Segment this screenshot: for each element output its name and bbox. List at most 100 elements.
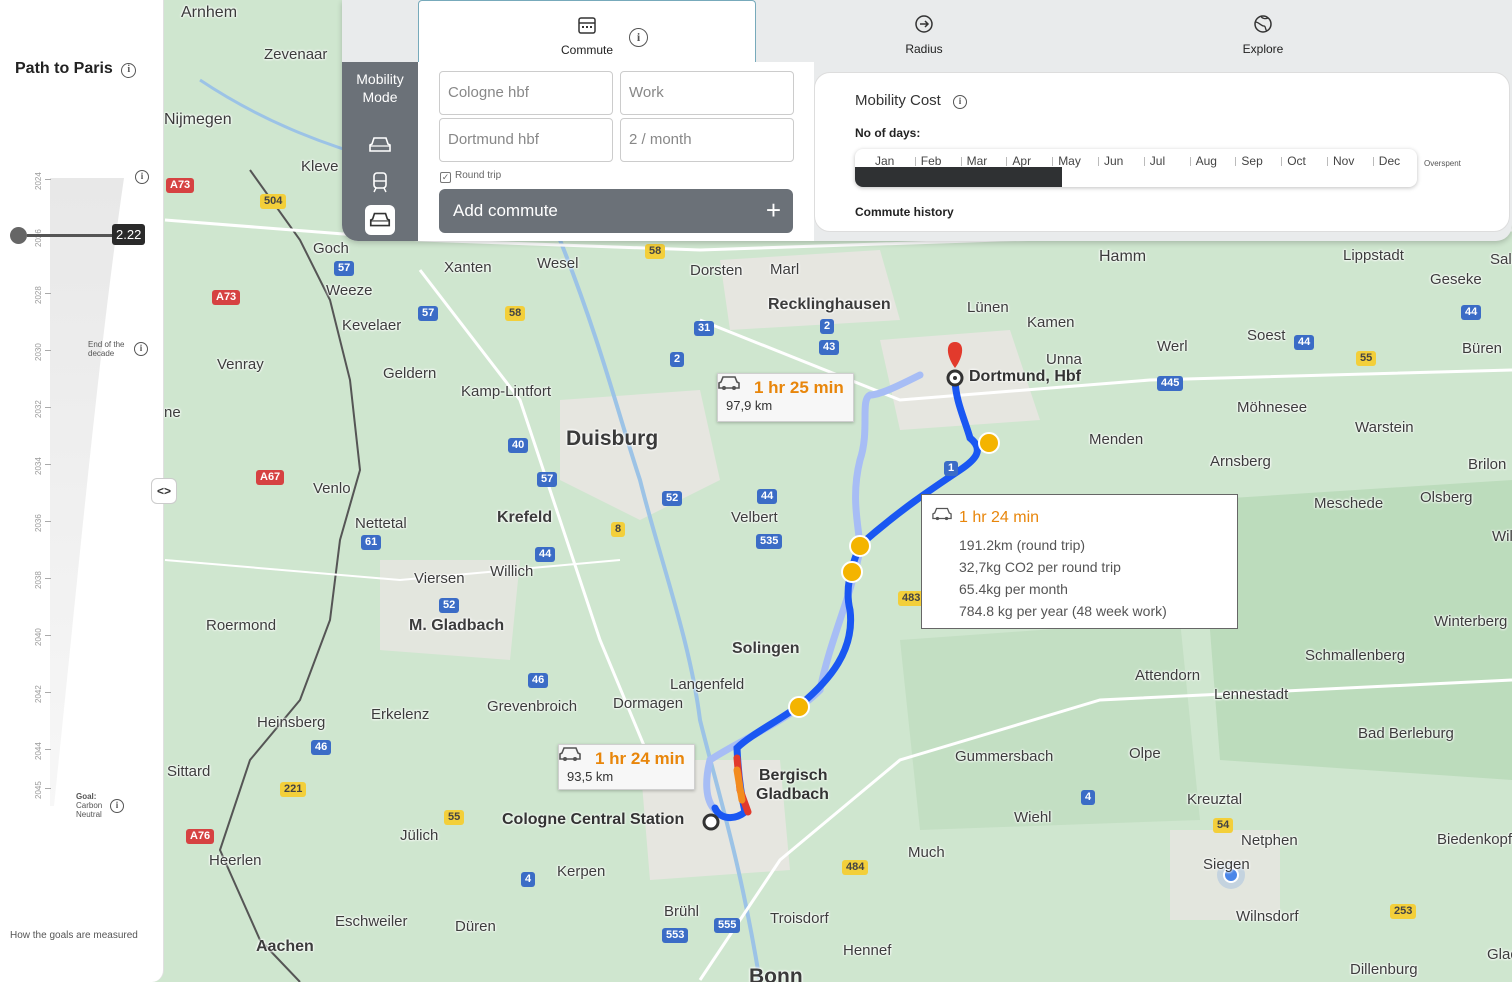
city-label: ne bbox=[164, 404, 181, 421]
city-label: Zevenaar bbox=[264, 46, 328, 63]
year-tick bbox=[45, 578, 51, 579]
month-label[interactable]: Jul bbox=[1150, 154, 1165, 168]
road-shield: 55 bbox=[444, 810, 465, 825]
year-tick bbox=[45, 692, 51, 693]
road-shield: 8 bbox=[611, 522, 626, 537]
month-bar[interactable]: Jan Feb Mar Apr May Jun Jul Aug Sep Oct Nov Dec bbox=[855, 149, 1417, 187]
tab-explore[interactable]: Explore bbox=[1092, 0, 1434, 62]
mobility-mode-caption: Mobility Mode bbox=[342, 70, 418, 106]
city-label: Bonn bbox=[749, 965, 803, 982]
month-label[interactable]: Mar bbox=[967, 154, 988, 168]
month-label[interactable]: Oct bbox=[1287, 154, 1306, 168]
road-shield: 43 bbox=[819, 340, 840, 355]
car-icon bbox=[559, 747, 581, 761]
destination-input[interactable]: Work bbox=[620, 71, 794, 115]
road-shield: A73 bbox=[166, 178, 195, 193]
info-co2-trip: 32,7kg CO2 per round trip bbox=[959, 559, 1121, 575]
year-tick bbox=[45, 521, 51, 522]
route-card-alt[interactable]: 1 hr 25 min 97,9 km bbox=[717, 373, 854, 422]
city-label: Werl bbox=[1157, 338, 1188, 355]
year-label: 2042 bbox=[34, 685, 43, 703]
note-line: End of the bbox=[88, 340, 125, 349]
slider-value: 2.22 bbox=[112, 224, 146, 245]
city-label: Kerpen bbox=[557, 863, 606, 880]
year-label: 2036 bbox=[34, 514, 43, 532]
month-label[interactable]: May bbox=[1058, 154, 1081, 168]
route-time: 1 hr 25 min bbox=[754, 378, 844, 397]
road-shield: 52 bbox=[662, 491, 683, 506]
city-label: Heerlen bbox=[209, 852, 262, 869]
info-co2-year: 784.8 kg per year (48 week work) bbox=[959, 603, 1167, 619]
train-icon[interactable] bbox=[367, 171, 393, 193]
info-icon[interactable]: i bbox=[629, 28, 648, 47]
info-icon[interactable]: i bbox=[135, 170, 149, 184]
city-label: Schmallenberg bbox=[1305, 647, 1406, 664]
road-shield: 44 bbox=[1294, 335, 1315, 350]
collapse-panel-button[interactable]: <> bbox=[151, 478, 177, 504]
car-mode-selected[interactable] bbox=[365, 205, 395, 235]
city-label: Menden bbox=[1089, 431, 1144, 448]
slider-track bbox=[27, 234, 113, 237]
caption-line: Mobility bbox=[356, 71, 404, 87]
road-shield: 253 bbox=[1390, 904, 1417, 919]
year-label: 2038 bbox=[34, 571, 43, 589]
year-label: 2032 bbox=[34, 400, 43, 418]
month-separator bbox=[1372, 157, 1374, 166]
commute-history-label[interactable]: Commute history bbox=[855, 205, 954, 219]
road-shield: 31 bbox=[694, 321, 715, 336]
city-label: Olpe bbox=[1129, 745, 1161, 762]
road-shield: A76 bbox=[186, 829, 215, 844]
slider-handle[interactable] bbox=[10, 227, 27, 244]
info-time: 1 hr 24 min bbox=[959, 509, 1040, 526]
goals-measured-link[interactable]: How the goals are measured bbox=[10, 930, 138, 941]
month-label[interactable]: Jan bbox=[875, 154, 894, 168]
frequency-input[interactable]: 2 / month bbox=[620, 118, 794, 162]
origin-input[interactable]: Cologne hbf bbox=[439, 71, 613, 115]
road-shield: 57 bbox=[334, 261, 355, 276]
month-label[interactable]: Feb bbox=[921, 154, 942, 168]
tab-commute[interactable]: Commute i bbox=[418, 0, 756, 62]
month-label[interactable]: Apr bbox=[1012, 154, 1031, 168]
year-label: 2045 bbox=[34, 781, 43, 799]
car-icon bbox=[932, 507, 952, 521]
month-label[interactable]: Nov bbox=[1333, 154, 1354, 168]
add-commute-label: Add commute bbox=[453, 201, 558, 220]
route-card-main[interactable]: 1 hr 24 min 93,5 km bbox=[558, 744, 695, 790]
info-icon[interactable]: i bbox=[121, 63, 137, 78]
tab-radius[interactable]: Radius bbox=[756, 0, 1092, 62]
road-shield: 535 bbox=[756, 534, 783, 549]
info-icon[interactable]: i bbox=[110, 799, 124, 813]
city-label: Biedenkopf bbox=[1437, 831, 1512, 848]
month-label[interactable]: Jun bbox=[1104, 154, 1123, 168]
car-icon[interactable] bbox=[367, 134, 393, 156]
city-label: Wil bbox=[1492, 528, 1512, 545]
city-label: Wesel bbox=[537, 255, 579, 272]
note-line: Goal: bbox=[76, 792, 97, 801]
city-label: Düren bbox=[455, 918, 496, 935]
year-label: 2040 bbox=[34, 628, 43, 646]
info-icon[interactable]: i bbox=[134, 342, 148, 356]
city-label: Lippstadt bbox=[1343, 247, 1404, 264]
month-label[interactable]: Aug bbox=[1196, 154, 1217, 168]
tab-label: Radius bbox=[905, 42, 943, 56]
city-label: Dorsten bbox=[690, 262, 743, 279]
end-of-decade-label: End of the decade bbox=[88, 340, 124, 358]
title-text: Mobility Cost bbox=[855, 92, 941, 109]
mobility-cost-title: Mobility Cost i bbox=[855, 92, 968, 109]
month-label[interactable]: Sep bbox=[1241, 154, 1262, 168]
road-shield: 55 bbox=[1356, 351, 1377, 366]
city-label: Eschweiler bbox=[335, 913, 408, 930]
city-label: Büren bbox=[1462, 340, 1503, 357]
round-trip-checkbox[interactable]: ✓ Round trip bbox=[440, 170, 501, 183]
road-shield: 46 bbox=[528, 673, 549, 688]
road-shield: 553 bbox=[662, 928, 689, 943]
mobility-cost-card: Mobility Cost i No of days: Jan Feb Mar Apr… bbox=[814, 72, 1510, 232]
city-label: Brilon bbox=[1468, 456, 1507, 473]
month-label[interactable]: Dec bbox=[1379, 154, 1400, 168]
origin2-input[interactable]: Dortmund hbf bbox=[439, 118, 613, 162]
note-line: Carbon bbox=[76, 801, 103, 810]
info-icon[interactable]: i bbox=[953, 95, 968, 109]
globe-icon bbox=[1254, 15, 1272, 33]
add-commute-button[interactable]: Add commute + bbox=[439, 189, 793, 233]
overspent-label: Overspent bbox=[1424, 159, 1461, 168]
